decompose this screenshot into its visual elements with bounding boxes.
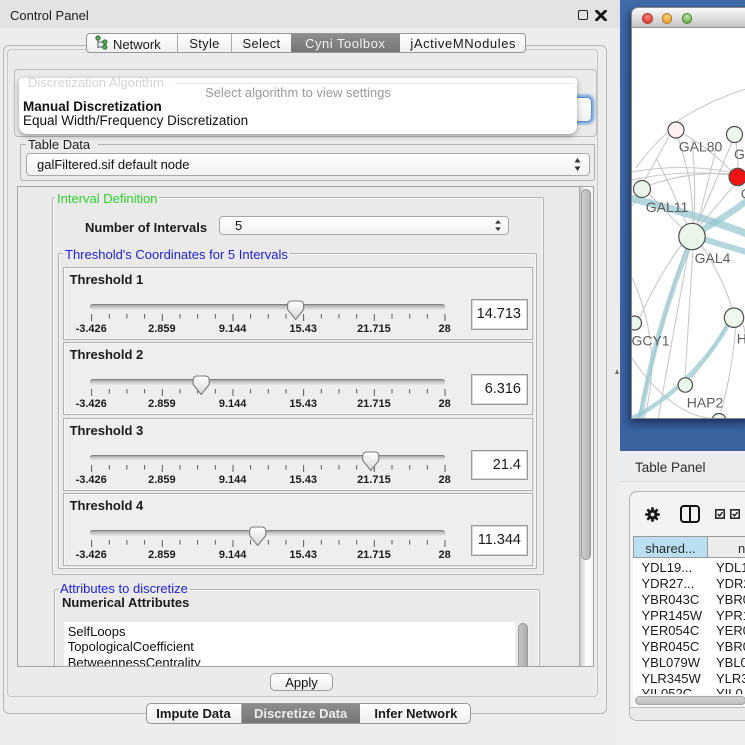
svg-text:GAL11: GAL11	[646, 199, 689, 215]
svg-text:HAP2: HAP2	[687, 395, 724, 411]
svg-text:C: C	[741, 186, 745, 202]
svg-text:HIS: HIS	[737, 331, 745, 347]
svg-text:GAL8: GAL8	[734, 146, 745, 162]
svg-text:GAL80: GAL80	[679, 139, 723, 155]
svg-text:GCY1: GCY1	[632, 333, 670, 349]
svg-text:GAL4: GAL4	[695, 250, 731, 266]
